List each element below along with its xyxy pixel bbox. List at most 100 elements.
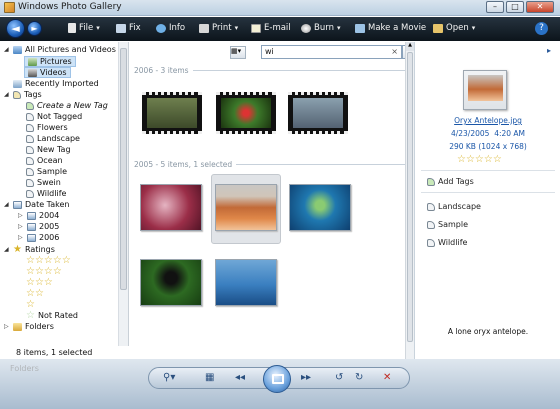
time-taken[interactable]: 4:20 AM [494, 129, 525, 138]
add-tags-button[interactable]: Add Tags [427, 177, 474, 186]
navigation-scrollbar[interactable] [119, 42, 129, 346]
info-button[interactable]: Info [156, 23, 185, 33]
add-tags-label: Add Tags [438, 177, 474, 186]
tree-year-2004[interactable]: ▷ 2004 [18, 211, 59, 220]
photo-thumbnail-toucan[interactable] [140, 259, 202, 306]
collapse-pane-icon[interactable]: ▸ [547, 46, 551, 55]
open-menu[interactable]: Open ▾ [433, 23, 475, 33]
tree-tag-flowers[interactable]: Flowers [26, 123, 68, 132]
tree-pictures[interactable]: Pictures [24, 56, 76, 67]
clear-search-icon[interactable]: × [391, 46, 398, 58]
email-button[interactable]: E-mail [251, 23, 291, 33]
tree-tag-sample[interactable]: Sample [26, 167, 67, 176]
expand-icon[interactable]: ▷ [18, 212, 24, 219]
chevron-down-icon: ▾ [96, 24, 100, 32]
tree-rating-4[interactable]: ☆☆☆☆ [26, 266, 62, 277]
forward-button[interactable]: ► [27, 21, 42, 36]
tree-tag-swein[interactable]: Swein [26, 178, 61, 187]
group-header-2005[interactable]: 2005 - 5 items, 1 selected [134, 160, 410, 169]
expand-icon[interactable]: ◢ [4, 246, 10, 253]
rating-stars[interactable]: ☆☆☆☆☆ [457, 154, 502, 165]
tree-tag-landscape[interactable]: Landscape [26, 134, 80, 143]
thumbnail-scrollbar[interactable]: ▲ [405, 42, 414, 359]
expand-icon[interactable]: ◢ [4, 201, 10, 208]
expand-icon[interactable]: ▷ [18, 223, 24, 230]
tree-rating-5[interactable]: ☆☆☆☆☆ [26, 255, 71, 266]
minimize-button[interactable]: – [486, 1, 504, 13]
tree-rating-1[interactable]: ☆ [26, 299, 35, 310]
make-a-movie-button[interactable]: Make a Movie [355, 23, 426, 33]
tree-all-pictures[interactable]: ◢ All Pictures and Videos [4, 45, 116, 54]
photo-thumbnail-oryx[interactable] [215, 184, 277, 231]
info-pane: ▸ Oryx Antelope.jpg 4/23/2005 4:20 AM 29… [414, 42, 560, 359]
tree-label: Videos [40, 68, 67, 77]
view-options-button[interactable]: ▦▾ [230, 46, 246, 59]
close-button[interactable]: ✕ [526, 1, 554, 13]
print-menu[interactable]: Print ▾ [199, 23, 238, 33]
file-label: File [79, 23, 94, 33]
photo-thumbnail-turtle[interactable] [289, 184, 351, 231]
date-time: 4/23/2005 4:20 AM [415, 129, 560, 138]
tag-item-sample[interactable]: Sample [427, 220, 468, 229]
playback-controls: ⚲▾ ▦ ◂◂ ▸▸ ↺ ↻ ✕ [148, 365, 410, 393]
delete-icon[interactable]: ✕ [383, 372, 391, 383]
video-thumbnail[interactable] [142, 92, 202, 134]
next-icon[interactable]: ▸▸ [301, 372, 311, 383]
tree-not-rated[interactable]: ☆ Not Rated [26, 310, 78, 321]
tag-item-landscape[interactable]: Landscape [427, 202, 481, 211]
scrollbar-thumb[interactable] [407, 52, 413, 342]
video-thumbnail[interactable] [216, 92, 276, 134]
four-stars-icon: ☆☆☆☆ [26, 266, 62, 277]
maximize-button[interactable]: □ [506, 1, 524, 13]
expand-icon[interactable]: ▷ [4, 323, 10, 330]
photo-thumbnail-whale[interactable] [215, 259, 277, 306]
tree-label: Flowers [37, 123, 68, 132]
info-label: Info [169, 23, 186, 33]
expand-icon[interactable]: ◢ [4, 91, 10, 98]
tag-item-wildlife[interactable]: Wildlife [427, 238, 467, 247]
scrollbar-thumb[interactable] [120, 48, 127, 290]
three-stars-icon: ☆☆☆ [26, 277, 53, 288]
filename[interactable]: Oryx Antelope.jpg [415, 116, 560, 125]
grid-icon[interactable]: ▦ [205, 372, 214, 383]
tree-recently-imported[interactable]: Recently Imported [13, 79, 99, 88]
group-header-2006[interactable]: 2006 - 3 items [134, 66, 410, 75]
rotate-right-icon[interactable]: ↻ [355, 372, 363, 383]
file-menu[interactable]: File ▾ [68, 23, 100, 33]
tree-tag-not-tagged[interactable]: Not Tagged [26, 112, 82, 121]
tree-tag-ocean[interactable]: Ocean [26, 156, 63, 165]
tree-videos[interactable]: Videos [24, 67, 71, 78]
back-button[interactable]: ◄ [6, 19, 25, 38]
tree-date-taken[interactable]: ◢ Date Taken [4, 200, 69, 209]
tree-year-2006[interactable]: ▷ 2006 [18, 233, 59, 242]
help-button[interactable]: ? [535, 22, 548, 35]
tree-label: New Tag [37, 145, 71, 154]
tree-folders[interactable]: ▷ Folders [4, 322, 54, 331]
info-icon [156, 23, 166, 33]
date-taken[interactable]: 4/23/2005 [451, 129, 489, 138]
tree-year-2005[interactable]: ▷ 2005 [18, 222, 59, 231]
burn-menu[interactable]: Burn ▾ [301, 23, 340, 33]
search-input[interactable]: wi × [261, 45, 402, 59]
slideshow-button[interactable] [263, 365, 291, 393]
tree-tag-new-tag[interactable]: New Tag [26, 145, 71, 154]
grid-icon: ▦▾ [231, 47, 242, 55]
divider [421, 192, 555, 193]
video-thumbnail[interactable] [288, 92, 348, 134]
expand-icon[interactable]: ◢ [4, 46, 10, 53]
tree-rating-2[interactable]: ☆☆ [26, 288, 44, 299]
tag-icon [427, 202, 435, 211]
expand-icon[interactable]: ▷ [18, 234, 24, 241]
tree-tags[interactable]: ◢ Tags [4, 90, 42, 99]
photo-thumbnail-flower[interactable] [140, 184, 202, 231]
previous-icon[interactable]: ◂◂ [235, 372, 245, 383]
scroll-up-icon[interactable]: ▲ [406, 42, 414, 51]
fix-button[interactable]: Fix [116, 23, 141, 33]
tree-ratings[interactable]: ◢ ★ Ratings [4, 244, 55, 255]
zoom-icon[interactable]: ⚲▾ [163, 372, 175, 383]
tree-create-tag[interactable]: Create a New Tag [26, 101, 108, 110]
tree-rating-3[interactable]: ☆☆☆ [26, 277, 53, 288]
rotate-left-icon[interactable]: ↺ [335, 372, 343, 383]
caption[interactable]: A lone oryx antelope. [415, 327, 560, 336]
tree-tag-wildlife[interactable]: Wildlife [26, 189, 66, 198]
